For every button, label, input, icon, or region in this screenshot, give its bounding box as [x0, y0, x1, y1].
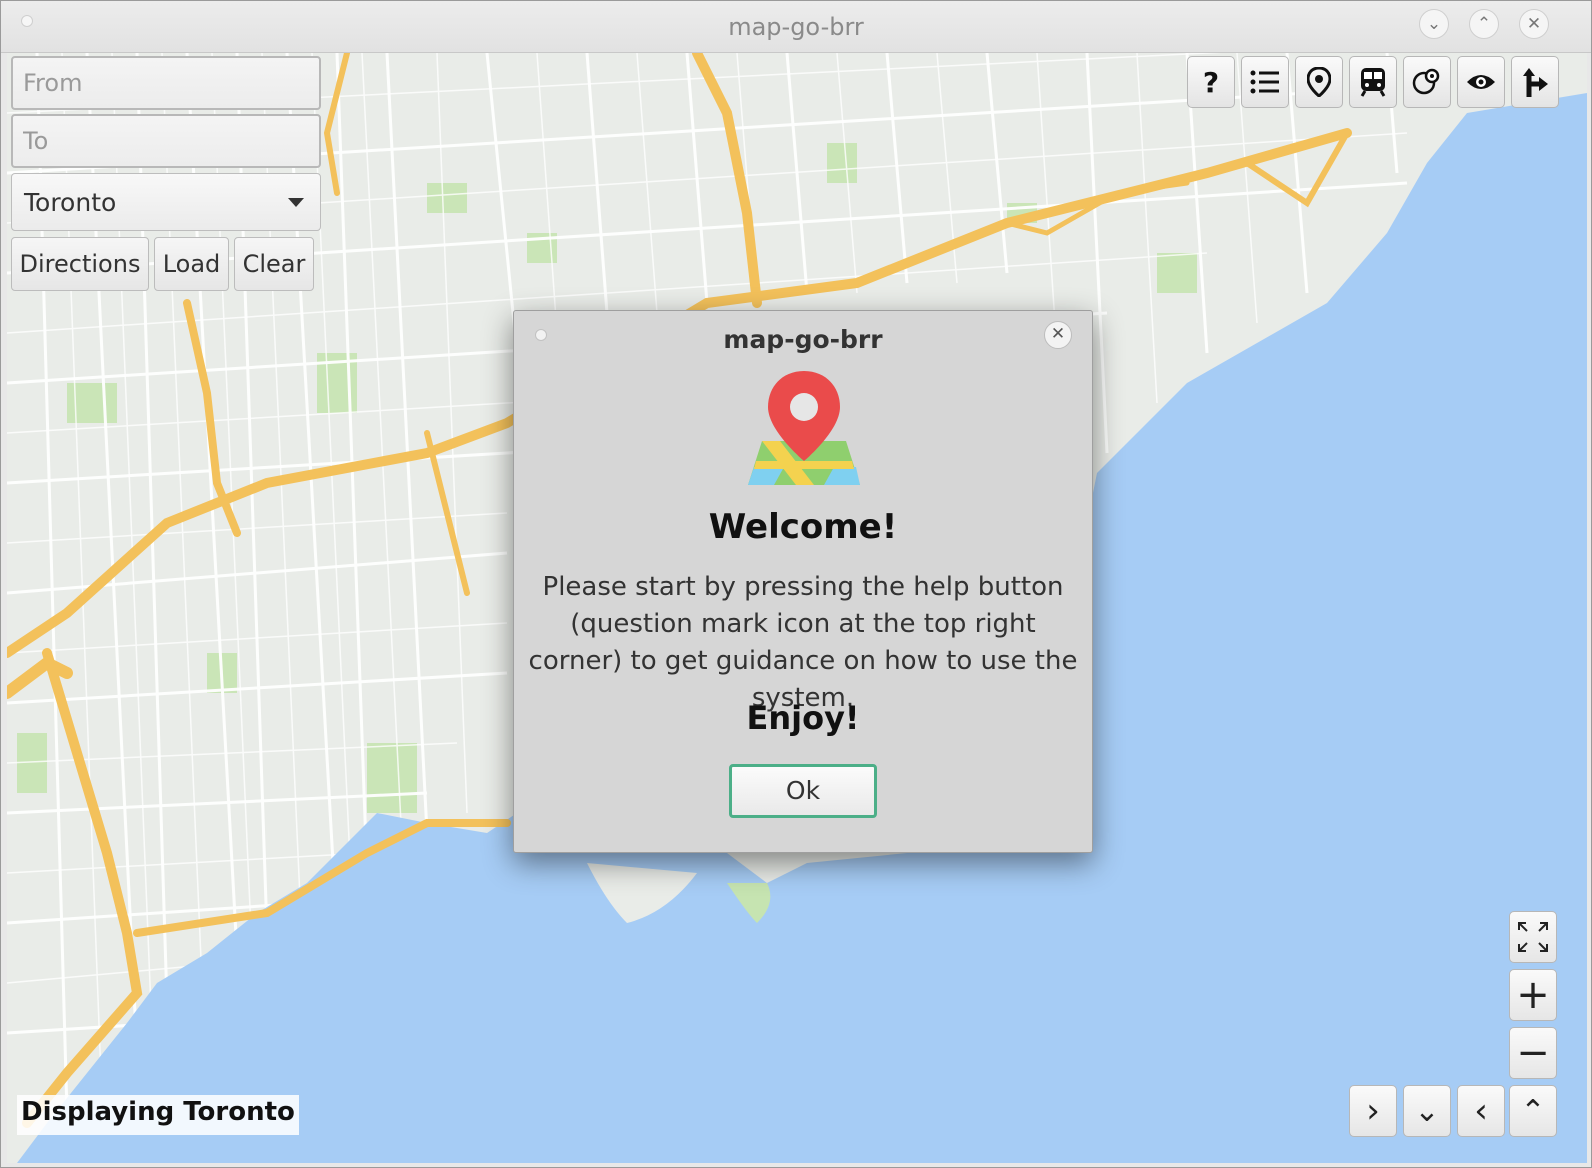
clear-button[interactable]: Clear [234, 237, 314, 291]
plus-icon: + [1516, 972, 1550, 1018]
help-button[interactable]: ? [1187, 56, 1235, 108]
pan-up-button[interactable]: ⌃ [1509, 1085, 1557, 1137]
close-button[interactable]: ✕ [1519, 9, 1549, 39]
list-icon [1250, 70, 1279, 94]
help-icon: ? [1202, 65, 1220, 99]
fullscreen-button[interactable] [1509, 911, 1557, 963]
zoom-out-button[interactable]: − [1509, 1027, 1557, 1079]
list-button[interactable] [1241, 56, 1289, 108]
load-button[interactable]: Load [154, 237, 229, 291]
chevron-left-icon: ‹ [1474, 1091, 1488, 1131]
chevron-right-icon: › [1366, 1091, 1380, 1131]
poi-layers-icon [1412, 68, 1440, 95]
pan-right-button[interactable]: › [1349, 1085, 1397, 1137]
minus-icon: − [1516, 1030, 1550, 1076]
map-pin-logo-icon [748, 371, 860, 485]
layers-button[interactable] [1403, 56, 1451, 108]
chevron-down-icon: ⌄ [1414, 1093, 1440, 1129]
location-pin-icon [1307, 67, 1331, 97]
pan-down-button[interactable]: ⌄ [1403, 1085, 1451, 1137]
from-input[interactable] [11, 56, 321, 110]
pan-left-button[interactable]: ‹ [1457, 1085, 1505, 1137]
eye-icon [1467, 75, 1495, 89]
minimize-button[interactable]: ⌄ [1419, 9, 1449, 39]
directions-mode-button[interactable] [1511, 56, 1559, 108]
dialog-close-button[interactable]: ✕ [1044, 321, 1072, 349]
status-label: Displaying Toronto [17, 1095, 299, 1135]
ok-button[interactable]: Ok [729, 764, 877, 818]
welcome-message: Please start by pressing the help button… [528, 572, 1078, 713]
city-select[interactable]: Toronto [11, 173, 321, 231]
transit-button[interactable] [1349, 56, 1397, 108]
maximize-button[interactable]: ⌃ [1469, 9, 1499, 39]
window-title: map-go-brr [728, 13, 864, 41]
app-window: map-go-brr ⌄ ⌃ ✕ From To Toronto Directi… [0, 0, 1592, 1168]
enjoy-text: Enjoy! [746, 699, 860, 737]
dropdown-caret-icon [288, 198, 304, 207]
location-button[interactable] [1295, 56, 1343, 108]
to-input[interactable] [11, 114, 321, 168]
title-bar: map-go-brr ⌄ ⌃ ✕ [1, 1, 1591, 53]
visibility-button[interactable] [1457, 56, 1505, 108]
zoom-in-button[interactable]: + [1509, 969, 1557, 1021]
fullscreen-icon [1518, 922, 1548, 952]
dialog-title: map-go-brr [723, 325, 883, 354]
subway-icon [1360, 68, 1386, 97]
chevron-up-icon: ⌃ [1520, 1093, 1546, 1129]
welcome-heading: Welcome! [708, 507, 898, 547]
welcome-dialog: map-go-brr ✕ Welcome! Please start by pr… [513, 310, 1093, 853]
city-select-value: Toronto [24, 188, 117, 217]
directions-button[interactable]: Directions [11, 237, 149, 291]
directions-turn-icon [1523, 68, 1548, 97]
